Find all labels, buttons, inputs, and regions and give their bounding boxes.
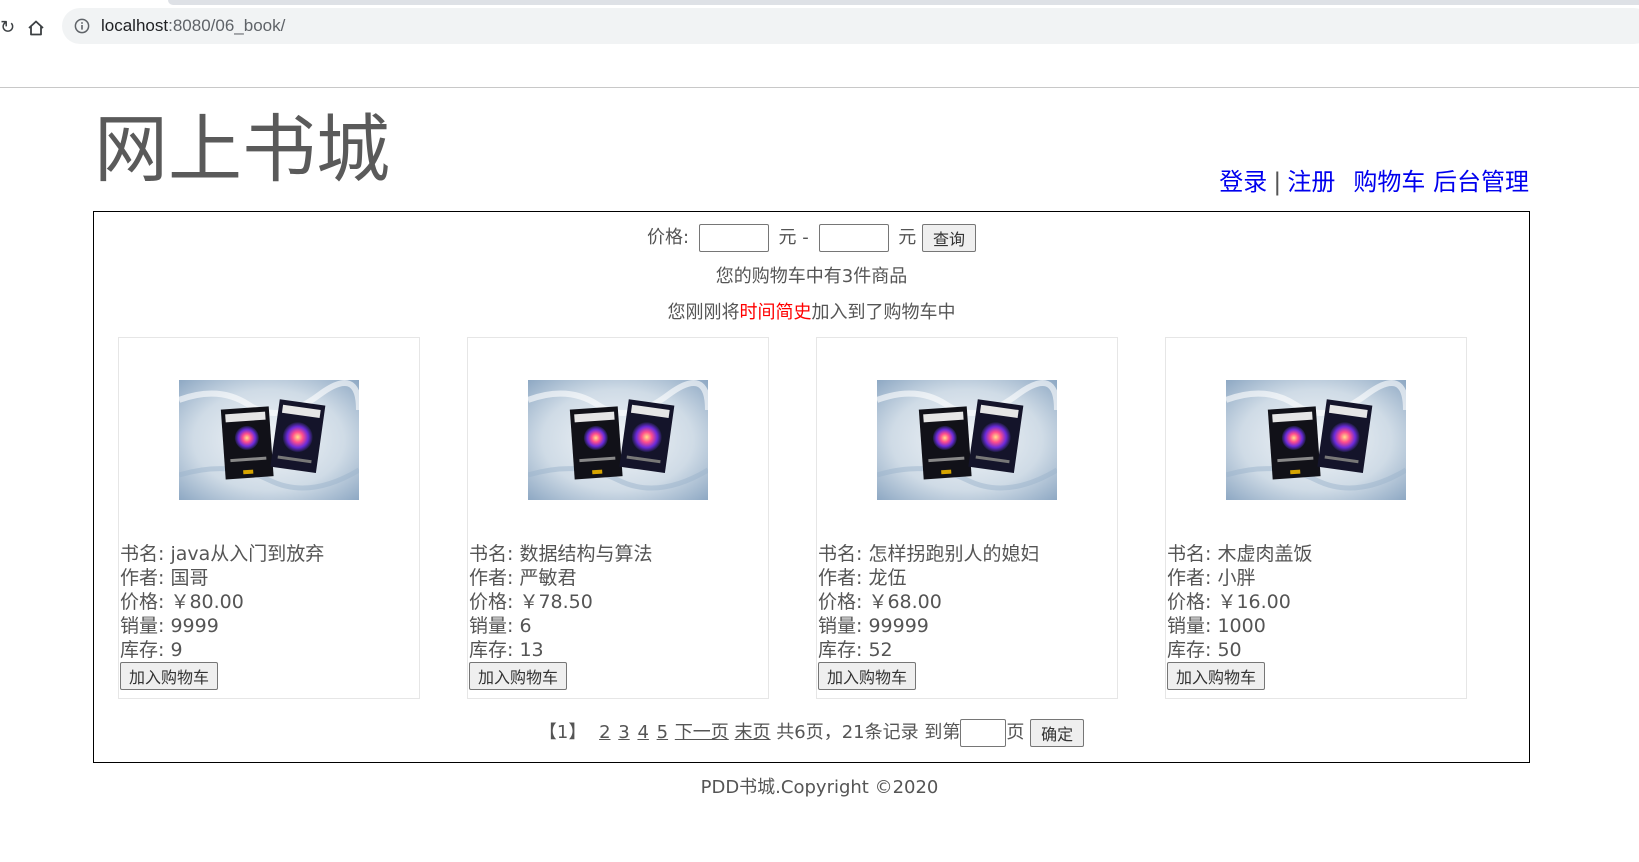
page-summary: 共6页，21条记录	[776, 722, 919, 743]
book-info: 书名: 木虚肉盖饭 作者: 小胖 价格: ￥16.00 销量: 1000 库存:…	[1167, 542, 1312, 662]
home-icon[interactable]	[22, 14, 50, 42]
next-page-link[interactable]: 下一页	[675, 722, 729, 743]
book-card: 书名: 怎样拐跑别人的媳妇 作者: 龙伍 价格: ￥68.00 销量: 9999…	[816, 337, 1118, 699]
pagination: 【1】 2 3 4 5 下一页 末页 共6页，21条记录 到第 页 确定	[94, 718, 1529, 748]
book-card: 书名: 数据结构与算法 作者: 严敏君 价格: ￥78.50 销量: 6 库存:…	[467, 337, 769, 699]
book-author: 作者: 龙伍	[818, 567, 907, 589]
address-bar[interactable]: localhost:8080/06_book/	[62, 8, 1639, 44]
goto-page-input[interactable]	[960, 719, 1007, 747]
recent-book-name: 时间简史	[739, 302, 812, 323]
site-title: 网上书城	[94, 107, 390, 193]
recent-add-message: 您刚刚将时间简史加入到了购物车中	[94, 300, 1529, 326]
cart-count-message: 您的购物车中有3件商品	[715, 266, 908, 287]
book-price: 价格: ￥68.00	[818, 591, 942, 613]
add-to-cart-button[interactable]: 加入购物车	[818, 662, 917, 690]
book-cover-image[interactable]	[1226, 380, 1406, 500]
page-link-4[interactable]: 4	[637, 722, 648, 743]
book-card: 书名: 木虚肉盖饭 作者: 小胖 价格: ￥16.00 销量: 1000 库存:…	[1165, 337, 1467, 699]
add-to-cart-button[interactable]: 加入购物车	[120, 662, 219, 690]
nav-separator: |	[1273, 168, 1282, 196]
book-sales: 销量: 9999	[120, 615, 219, 637]
page-link-5[interactable]: 5	[657, 722, 668, 743]
page-link-2[interactable]: 2	[599, 722, 610, 743]
book-list: 书名: java从入门到放弃 作者: 国哥 价格: ￥80.00 销量: 999…	[118, 337, 1518, 699]
book-price: 价格: ￥78.50	[469, 591, 593, 613]
tab-strip	[168, 0, 1639, 5]
query-button[interactable]: 查询	[921, 224, 976, 252]
book-name: 书名: 怎样拐跑别人的媳妇	[818, 543, 1040, 565]
book-stock: 库存: 52	[818, 639, 893, 661]
url-text[interactable]: localhost:8080/06_book/	[101, 15, 285, 37]
goto-prefix: 到第	[924, 722, 961, 743]
login-link[interactable]: 登录	[1219, 168, 1267, 196]
book-author: 作者: 国哥	[120, 567, 209, 589]
book-info: 书名: 数据结构与算法 作者: 严敏君 价格: ￥78.50 销量: 6 库存:…	[469, 542, 652, 662]
confirm-page-button[interactable]: 确定	[1030, 719, 1085, 747]
price-label: 价格:	[647, 227, 690, 248]
book-sales: 销量: 1000	[1167, 615, 1266, 637]
last-page-link[interactable]: 末页	[735, 722, 771, 743]
top-nav: 登录 | 注册 购物车 后台管理	[1219, 166, 1529, 198]
book-sales: 销量: 6	[469, 615, 532, 637]
min-price-input[interactable]	[698, 224, 769, 252]
unit-label: 元 -	[778, 227, 809, 248]
unit-label: 元	[898, 227, 917, 248]
book-stock: 库存: 50	[1167, 639, 1242, 661]
book-cover-image[interactable]	[528, 380, 708, 500]
book-cover-image[interactable]	[877, 380, 1057, 500]
book-stock: 库存: 13	[469, 639, 544, 661]
book-card: 书名: java从入门到放弃 作者: 国哥 价格: ￥80.00 销量: 999…	[118, 337, 420, 699]
recent-suffix: 加入到了购物车中	[811, 302, 956, 323]
goto-suffix: 页	[1006, 722, 1025, 743]
url-path: :8080/06_book/	[168, 16, 286, 35]
book-stock: 库存: 9	[120, 639, 183, 661]
book-name: 书名: 木虚肉盖饭	[1167, 543, 1313, 565]
info-icon[interactable]	[74, 18, 90, 34]
url-host: localhost	[101, 16, 169, 35]
book-price: 价格: ￥80.00	[120, 591, 244, 613]
add-to-cart-button[interactable]: 加入购物车	[1167, 662, 1266, 690]
browser-toolbar: ↻ localhost:8080/06_book/	[0, 0, 1639, 88]
book-info: 书名: java从入门到放弃 作者: 国哥 价格: ￥80.00 销量: 999…	[120, 542, 324, 662]
register-link[interactable]: 注册	[1287, 168, 1335, 196]
book-cover-image[interactable]	[179, 380, 359, 500]
reload-icon[interactable]: ↻	[0, 18, 14, 38]
recent-prefix: 您刚刚将	[667, 302, 740, 323]
price-search-form: 价格: 元 - 元 查询	[94, 224, 1529, 252]
footer-copyright: PDD书城.Copyright ©2020	[700, 777, 939, 798]
page-link-3[interactable]: 3	[618, 722, 629, 743]
max-price-input[interactable]	[818, 224, 889, 252]
book-name: 书名: 数据结构与算法	[469, 543, 653, 565]
add-to-cart-button[interactable]: 加入购物车	[469, 662, 568, 690]
book-price: 价格: ￥16.00	[1167, 591, 1291, 613]
book-author: 作者: 小胖	[1167, 567, 1256, 589]
current-page: 【1】	[538, 722, 587, 743]
admin-link[interactable]: 后台管理	[1433, 168, 1529, 196]
book-author: 作者: 严敏君	[469, 567, 577, 589]
cart-link[interactable]: 购物车	[1353, 168, 1425, 196]
book-info: 书名: 怎样拐跑别人的媳妇 作者: 龙伍 价格: ￥68.00 销量: 9999…	[818, 542, 1039, 662]
main-content: 价格: 元 - 元 查询 您的购物车中有3件商品 您刚刚将时间简史加入到了购物车…	[93, 211, 1530, 763]
book-name: 书名: java从入门到放弃	[120, 543, 325, 565]
book-sales: 销量: 99999	[818, 615, 929, 637]
